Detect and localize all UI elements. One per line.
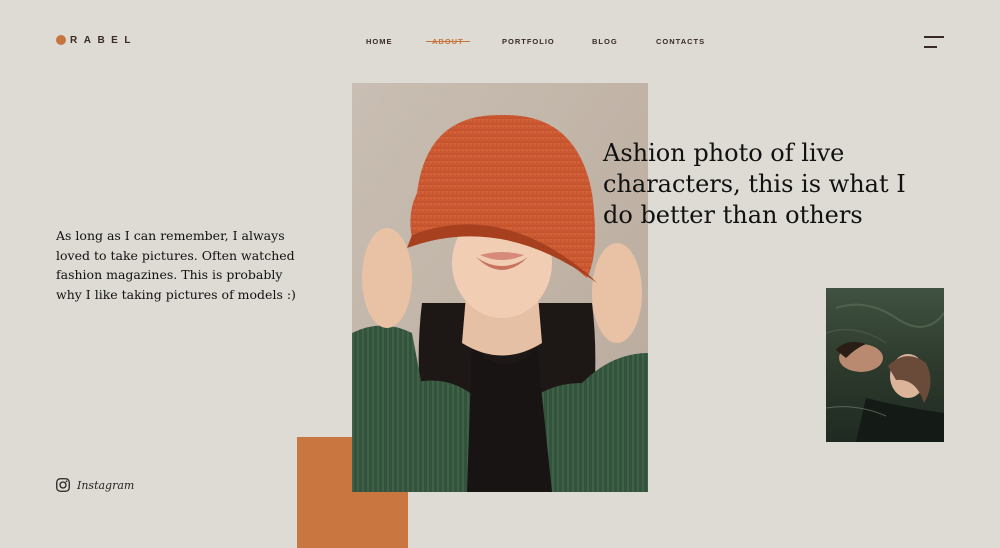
intro-text: As long as I can remember, I always love… xyxy=(56,228,296,302)
instagram-link[interactable]: Instagram xyxy=(56,478,134,492)
nav-item-contacts[interactable]: CONTACTS xyxy=(656,37,705,46)
hamburger-menu-icon[interactable] xyxy=(924,36,946,50)
nav-item-blog[interactable]: BLOG xyxy=(592,37,618,46)
secondary-photo xyxy=(826,288,944,442)
secondary-photo-illustration xyxy=(826,288,944,442)
hero-headline: Ashion photo of live characters, this is… xyxy=(603,139,906,229)
nav-item-portfolio[interactable]: PORTFOLIO xyxy=(502,37,555,46)
instagram-label: Instagram xyxy=(77,478,135,492)
nav-item-home[interactable]: HOME xyxy=(366,37,393,46)
nav-item-about[interactable]: ABOUT xyxy=(426,37,470,46)
main-nav: HOME ABOUT PORTFOLIO BLOG CONTACTS xyxy=(0,37,1000,49)
instagram-icon xyxy=(56,478,70,492)
